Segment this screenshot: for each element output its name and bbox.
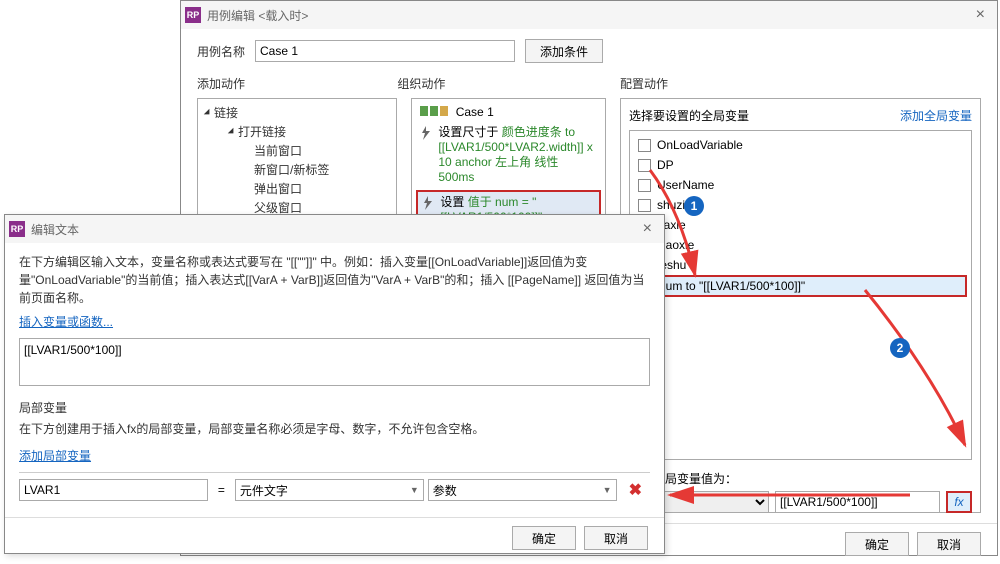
local-var-row: = 元件文字▼ 参数▼ ✖ [19,472,650,507]
case-icon [420,105,448,120]
insert-var-link[interactable]: 插入变量或函数... [19,313,113,330]
bolt-icon [422,196,434,210]
close-icon[interactable]: × [635,220,660,238]
expression-textarea[interactable]: [[LVAR1/500*100]] [19,338,650,386]
case-label: Case 1 [456,105,494,119]
global-var-list[interactable]: OnLoadVariable DP UserName shuzi daxie x… [629,130,972,460]
var-item[interactable]: teshu [630,255,971,275]
dialog-title: 编辑文本 [31,221,79,238]
fx-button[interactable]: fx [946,491,972,513]
tree-item[interactable]: 弹出窗口 [250,179,392,198]
case-name-label: 用例名称 [197,43,245,60]
bolt-icon [420,126,432,140]
var-item-selected[interactable]: num to "[[LVAR1/500*100]]" [634,275,967,297]
add-condition-button[interactable]: 添加条件 [525,39,603,63]
dialog-title: 用例编辑 <载入时> [207,7,308,24]
edit-text-dialog: RP 编辑文本 × 在下方编辑区输入文本，变量名称或表达式要写在 "[[""]]… [4,214,665,554]
close-icon[interactable]: × [968,6,993,24]
ok-button[interactable]: 确定 [512,526,576,550]
step-badge-1: 1 [684,196,704,216]
cancel-button[interactable]: 取消 [584,526,648,550]
var-item[interactable]: UserName [630,175,971,195]
global-var-list-title: 选择要设置的全局变量 [629,107,749,124]
tree-root: 链接 [214,106,238,120]
titlebar: RP 用例编辑 <载入时> × [181,1,997,29]
value-input[interactable] [775,491,940,513]
app-logo: RP [185,7,201,23]
set-global-var-label: 设置全局变量值为： [629,470,972,487]
var-item[interactable]: daxie [630,215,971,235]
delete-icon[interactable]: ✖ [621,480,650,500]
add-local-var-link[interactable]: 添加局部变量 [19,447,91,464]
local-var-title: 局部变量 [19,399,650,416]
var-item[interactable]: shuzi [630,195,971,215]
tree-item[interactable]: 当前窗口 [250,141,392,160]
tree-item[interactable]: 新窗口/新标签 [250,160,392,179]
equals-label: = [212,483,231,497]
var-item[interactable]: xiaoxie [630,235,971,255]
lv-type-select[interactable]: 元件文字▼ [235,479,424,501]
tree-open-link[interactable]: 打开链接 [238,125,286,139]
lv-name-input[interactable] [19,479,208,501]
add-global-var-link[interactable]: 添加全局变量 [900,107,972,124]
config-action-label: 配置动作 [620,75,981,92]
action-item[interactable]: 设置尺寸于 颜色进度条 to [[LVAR1/500*LVAR2.width]]… [416,122,601,188]
step-badge-2: 2 [890,338,910,358]
var-item[interactable]: OnLoadVariable [630,135,971,155]
local-var-desc: 在下方创建用于插入fx的局部变量，局部变量名称必须是字母、数字，不允许包含空格。 [19,420,650,437]
help-text: 在下方编辑区输入文本，变量名称或表达式要写在 "[[""]]" 中。例如：插入变… [19,253,650,307]
titlebar: RP 编辑文本 × [5,215,664,243]
var-item[interactable]: DP [630,155,971,175]
cancel-button[interactable]: 取消 [917,532,981,556]
lv-target-select[interactable]: 参数▼ [428,479,617,501]
case-name-input[interactable] [255,40,515,62]
ok-button[interactable]: 确定 [845,532,909,556]
organize-action-label: 组织动作 [397,75,620,92]
app-logo: RP [9,221,25,237]
add-action-label: 添加动作 [197,75,397,92]
